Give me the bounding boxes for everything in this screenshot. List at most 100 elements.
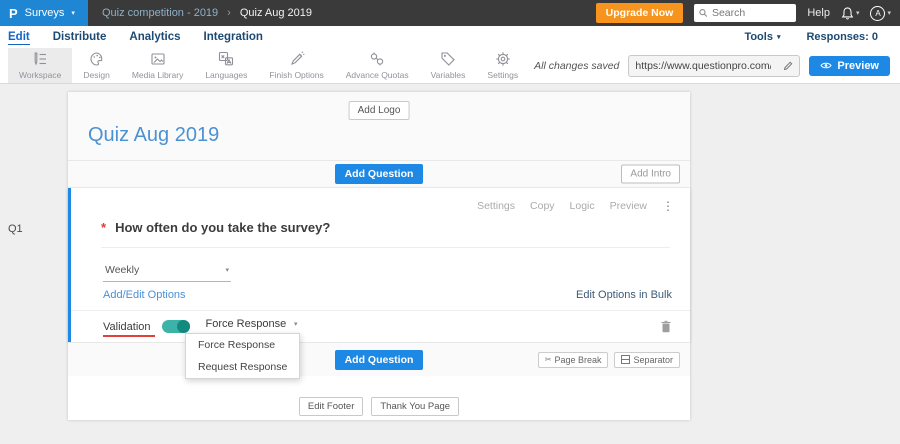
section-nav: Edit Distribute Analytics Integration To…: [0, 26, 900, 48]
survey-url-field: [628, 54, 801, 77]
validation-label: Validation: [103, 320, 154, 337]
toolbar-item-advance-quotas[interactable]: Advance Quotas: [335, 48, 420, 83]
breadcrumb-parent[interactable]: Quiz competition - 2019: [102, 7, 218, 19]
tab-distribute[interactable]: Distribute: [53, 31, 107, 43]
edit-footer-button[interactable]: Edit Footer: [298, 397, 364, 416]
responses-count[interactable]: Responses: 0: [806, 31, 878, 43]
toolbar-item-design[interactable]: Design: [72, 48, 120, 83]
search-icon: [699, 9, 708, 17]
question-text[interactable]: * How often do you take the survey?: [101, 220, 670, 248]
search-box[interactable]: [694, 4, 797, 22]
trash-icon: [661, 320, 671, 333]
save-status-text: All changes saved: [534, 59, 620, 72]
add-logo-button[interactable]: Add Logo: [348, 101, 410, 120]
add-edit-options-link[interactable]: Add/Edit Options: [103, 289, 186, 301]
help-link[interactable]: Help: [807, 7, 830, 19]
toolbar-item-media-library[interactable]: Media Library: [121, 48, 195, 83]
nav-right-cluster: Tools ▾ Responses: 0: [744, 31, 892, 43]
validation-dropdown-menu: Force Response Request Response: [185, 333, 301, 379]
chevron-down-icon: ▾: [776, 33, 781, 41]
page-break-button[interactable]: ✂ Page Break: [537, 351, 609, 368]
toolbar-item-languages[interactable]: Languages: [194, 48, 258, 83]
question-text-value: How often do you take the survey?: [115, 220, 331, 235]
pen-icon: [290, 51, 305, 65]
quota-links-icon: [371, 52, 384, 66]
question-number-label: Q1: [8, 223, 23, 235]
survey-toolbar: Workspace Design Media Library Languages…: [0, 48, 900, 84]
chevron-down-icon: ▾: [293, 320, 298, 328]
notifications-menu[interactable]: ▾: [841, 6, 860, 21]
question-logic-link[interactable]: Logic: [570, 200, 595, 212]
gear-icon: [496, 52, 510, 66]
surveys-menu-label: Surveys: [24, 7, 65, 19]
tools-label: Tools: [744, 31, 773, 43]
breadcrumb-current: Quiz Aug 2019: [239, 7, 313, 19]
palette-icon: [90, 52, 102, 66]
validation-row: Validation Force Response ▾: [71, 310, 690, 342]
toolbar-right-cluster: All changes saved Preview: [534, 48, 900, 83]
delete-question-button[interactable]: [660, 320, 672, 333]
workspace-icon: [34, 52, 47, 66]
edit-options-in-bulk-link[interactable]: Edit Options in Bulk: [576, 289, 672, 301]
menu-item-force-response[interactable]: Force Response: [186, 334, 299, 356]
add-question-button[interactable]: Add Question: [334, 164, 424, 184]
tag-icon: [441, 52, 455, 66]
survey-title[interactable]: Quiz Aug 2019: [88, 124, 219, 147]
chevron-down-icon: ▾: [887, 9, 891, 17]
topbar-right-cluster: Upgrade Now Help ▾ A ▾: [595, 3, 900, 23]
breadcrumb-separator-icon: ›: [227, 7, 231, 19]
eye-icon: [820, 62, 833, 69]
survey-canvas: Add Logo Quiz Aug 2019 Add Question Add …: [68, 92, 690, 420]
pencil-icon: [784, 61, 793, 70]
thank-you-page-button[interactable]: Thank You Page: [371, 397, 460, 416]
toggle-knob: [176, 320, 190, 333]
preview-button[interactable]: Preview: [809, 55, 890, 76]
validation-toggle[interactable]: [161, 320, 190, 333]
menu-item-request-response[interactable]: Request Response: [186, 356, 299, 378]
search-input[interactable]: [711, 7, 792, 19]
chevron-down-icon: ▾: [225, 266, 229, 274]
add-question-row-top: Add Question Add Intro: [68, 161, 690, 188]
surveys-menu[interactable]: P Surveys ▾: [0, 0, 88, 26]
edit-url-button[interactable]: [777, 56, 799, 76]
required-asterisk: *: [101, 220, 107, 235]
survey-footer-section: Edit Footer Thank You Page: [68, 376, 690, 420]
answer-dropdown[interactable]: Weekly ▾: [103, 262, 231, 282]
kebab-menu-icon[interactable]: ⋮: [662, 200, 674, 212]
tab-integration[interactable]: Integration: [204, 31, 263, 43]
upgrade-now-button[interactable]: Upgrade Now: [595, 3, 684, 23]
tab-analytics[interactable]: Analytics: [129, 31, 180, 43]
avatar: A: [870, 5, 886, 21]
top-bar: P Surveys ▾ Quiz competition - 2019 › Qu…: [0, 0, 900, 26]
page-tools: ✂ Page Break Separator: [537, 351, 680, 368]
tab-edit[interactable]: Edit: [8, 31, 30, 45]
breadcrumb: Quiz competition - 2019 › Quiz Aug 2019: [88, 7, 312, 19]
questionpro-logo-icon: P: [9, 5, 18, 21]
question-settings-link[interactable]: Settings: [477, 200, 515, 212]
toolbar-item-variables[interactable]: Variables: [420, 48, 477, 83]
answer-dropdown-value: Weekly: [105, 264, 140, 276]
add-question-button-bottom[interactable]: Add Question: [334, 349, 424, 370]
tools-menu[interactable]: Tools ▾: [744, 31, 780, 43]
question-block: Settings Copy Logic Preview ⋮ * How often…: [68, 188, 690, 342]
question-copy-link[interactable]: Copy: [530, 200, 555, 212]
toolbar-item-settings[interactable]: Settings: [476, 48, 529, 83]
survey-url-input[interactable]: [629, 59, 778, 72]
validation-type-value: Force Response: [205, 318, 287, 330]
scissors-icon: ✂: [544, 354, 552, 364]
options-links-row: Add/Edit Options Edit Options in Bulk: [103, 289, 672, 301]
add-intro-button[interactable]: Add Intro: [621, 164, 680, 184]
add-question-row-bottom: Add Question ✂ Page Break Separator: [68, 342, 690, 376]
toolbar-item-finish-options[interactable]: Finish Options: [258, 48, 334, 83]
chevron-down-icon: ▾: [71, 9, 75, 17]
separator-button[interactable]: Separator: [614, 351, 680, 368]
question-actions: Settings Copy Logic Preview ⋮: [477, 200, 674, 212]
survey-header-section: Add Logo Quiz Aug 2019: [68, 92, 690, 161]
account-menu[interactable]: A ▾: [870, 5, 891, 21]
question-preview-link[interactable]: Preview: [610, 200, 647, 212]
app-window: P Surveys ▾ Quiz competition - 2019 › Qu…: [0, 0, 900, 444]
separator-icon: [621, 355, 631, 364]
image-icon: [151, 53, 165, 65]
toolbar-item-workspace[interactable]: Workspace: [8, 48, 73, 83]
chevron-down-icon: ▾: [855, 9, 860, 17]
